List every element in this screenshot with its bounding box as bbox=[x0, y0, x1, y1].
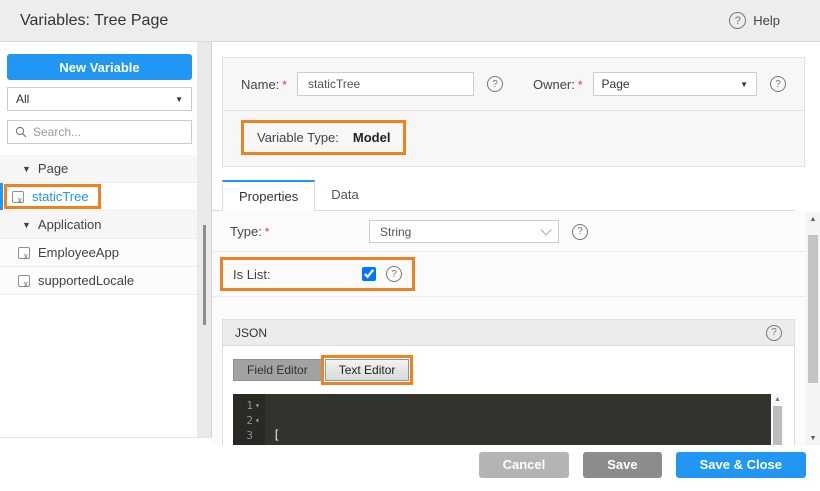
line-number: 4 bbox=[246, 443, 253, 445]
variable-icon bbox=[18, 246, 30, 261]
annotation-highlight: Text Editor bbox=[320, 355, 414, 385]
variables-sidebar: New Variable All Page bbox=[0, 42, 212, 437]
tree-item-supportedlocale[interactable]: supportedLocale bbox=[0, 267, 197, 295]
required-marker: * bbox=[264, 225, 270, 239]
name-label: Name: * bbox=[241, 76, 287, 92]
json-section-body: Field Editor Text Editor 1 2 3 4 bbox=[222, 345, 795, 445]
tree-item-label: EmployeeApp bbox=[38, 245, 119, 260]
variables-dialog: Variables: Tree Page Help New Variable A… bbox=[0, 0, 820, 491]
variable-icon bbox=[12, 190, 24, 205]
annotation-highlight: staticTree bbox=[4, 184, 101, 209]
is-list-help-icon[interactable] bbox=[386, 266, 402, 282]
properties-tab-content: Type:* String Is List: bbox=[212, 211, 820, 445]
help-label: Help bbox=[753, 13, 780, 28]
variable-type-label: Variable Type: bbox=[257, 130, 339, 145]
variable-type-value: Model bbox=[352, 130, 391, 145]
owner-select[interactable]: Page bbox=[592, 72, 757, 96]
type-row: Type: * String bbox=[212, 211, 820, 252]
line-number: 2 bbox=[246, 414, 253, 427]
scroll-up-icon[interactable] bbox=[806, 216, 820, 223]
tree-group-label: Page bbox=[37, 161, 69, 176]
json-help-icon[interactable] bbox=[766, 324, 782, 341]
search-box[interactable] bbox=[7, 120, 192, 144]
required-marker: * bbox=[577, 77, 583, 92]
variable-detail-panel: Name:* Owner:* Page Variable Type: Model bbox=[212, 42, 820, 445]
annotation-highlight: Is List: bbox=[220, 257, 415, 291]
content-scrollbar[interactable] bbox=[806, 213, 820, 445]
name-input[interactable] bbox=[296, 72, 474, 96]
expand-caret-icon[interactable] bbox=[22, 164, 31, 174]
json-section-title: JSON bbox=[235, 325, 268, 340]
scroll-down-icon[interactable] bbox=[806, 435, 820, 442]
editor-line-gutter: 1 2 3 4 5 bbox=[233, 394, 265, 445]
page-title: Variables: Tree Page bbox=[20, 11, 169, 29]
new-variable-button[interactable]: New Variable bbox=[7, 54, 192, 80]
content-scrollbar-thumb[interactable] bbox=[808, 235, 818, 383]
editor-scrollbar[interactable] bbox=[771, 394, 784, 445]
line-number: 1 bbox=[246, 399, 253, 412]
json-section-header: JSON bbox=[222, 319, 795, 345]
tree-item-statictree[interactable]: staticTree bbox=[0, 183, 197, 211]
line-number: 3 bbox=[246, 429, 253, 442]
is-list-label: Is List: bbox=[233, 266, 271, 282]
is-list-checkbox[interactable] bbox=[362, 267, 376, 281]
dialog-footer: Cancel Save Save & Close bbox=[0, 437, 820, 491]
chevron-down-icon bbox=[540, 223, 552, 236]
name-help-icon[interactable] bbox=[486, 76, 503, 92]
tree-item-label: supportedLocale bbox=[38, 273, 135, 288]
code-line: [ bbox=[273, 428, 281, 442]
scroll-up-icon[interactable] bbox=[774, 396, 781, 403]
type-select[interactable]: String bbox=[369, 220, 559, 243]
help-link[interactable]: Help bbox=[729, 12, 780, 29]
field-editor-button[interactable]: Field Editor bbox=[233, 359, 322, 381]
detail-tabbar: Properties Data bbox=[212, 180, 795, 212]
required-marker: * bbox=[282, 77, 287, 92]
dropdown-caret-icon bbox=[175, 95, 183, 104]
json-section: JSON Field Editor Text Editor 1 bbox=[222, 319, 795, 445]
dialog-header: Variables: Tree Page Help bbox=[0, 0, 820, 42]
editor-mode-toggle: Field Editor Text Editor bbox=[233, 355, 784, 385]
fold-icon[interactable] bbox=[255, 413, 263, 428]
cancel-button[interactable]: Cancel bbox=[478, 451, 570, 478]
search-input[interactable] bbox=[33, 125, 173, 139]
help-icon bbox=[729, 12, 747, 29]
sidebar-scrollbar-thumb[interactable] bbox=[203, 225, 206, 325]
owner-label: Owner: * bbox=[532, 76, 583, 92]
tree-item-label: staticTree bbox=[32, 189, 89, 204]
variable-icon bbox=[18, 274, 30, 289]
variable-summary-form: Name:* Owner:* Page Variable Type: Model bbox=[222, 57, 805, 167]
tree-group-label: Application bbox=[37, 217, 102, 232]
tree-group-page[interactable]: Page bbox=[0, 155, 197, 183]
type-label: Type: * bbox=[230, 224, 270, 239]
expand-caret-icon[interactable] bbox=[22, 220, 31, 230]
owner-value: Page bbox=[601, 77, 630, 91]
dropdown-caret-icon bbox=[740, 80, 748, 89]
is-list-row: Is List: bbox=[212, 252, 820, 297]
tree-item-employeeapp[interactable]: EmployeeApp bbox=[0, 239, 197, 267]
selected-indicator bbox=[0, 183, 3, 210]
filter-value: All bbox=[16, 92, 30, 106]
type-help-icon[interactable] bbox=[572, 223, 588, 240]
sidebar-scrollbar[interactable] bbox=[197, 42, 211, 437]
tab-data[interactable]: Data bbox=[315, 180, 374, 210]
annotation-highlight: Variable Type: Model bbox=[241, 120, 407, 155]
json-code-editor[interactable]: 1 2 3 4 5 [ { "label": "item1", "icon": … bbox=[233, 394, 784, 445]
search-icon bbox=[15, 126, 27, 138]
variable-filter-select[interactable]: All bbox=[7, 87, 192, 111]
editor-code-area[interactable]: [ { "label": "item1", "icon": "fa fa-ali… bbox=[265, 394, 771, 445]
save-and-close-button[interactable]: Save & Close bbox=[675, 451, 806, 478]
fold-icon[interactable] bbox=[255, 398, 263, 413]
text-editor-button[interactable]: Text Editor bbox=[324, 359, 410, 381]
tab-properties[interactable]: Properties bbox=[222, 180, 316, 212]
owner-help-icon[interactable] bbox=[770, 76, 786, 92]
editor-scrollbar-thumb[interactable] bbox=[773, 406, 782, 445]
save-button[interactable]: Save bbox=[583, 451, 662, 478]
type-value: String bbox=[380, 224, 412, 239]
tree-group-application[interactable]: Application bbox=[0, 211, 197, 239]
variables-tree: Page staticTree Application EmployeeApp bbox=[0, 155, 197, 295]
